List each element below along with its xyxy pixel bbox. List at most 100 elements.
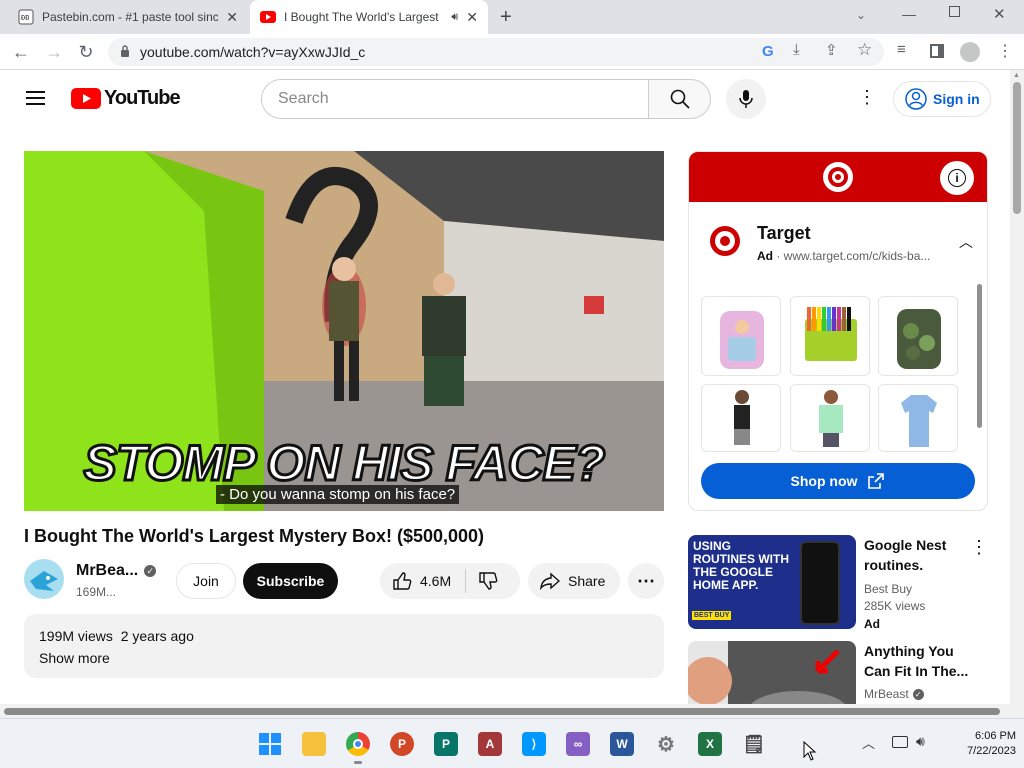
channel-avatar[interactable] (24, 559, 64, 599)
google-icon[interactable]: G (762, 43, 774, 60)
start-windows-icon[interactable] (258, 732, 282, 756)
tab-title: I Bought The World's Largest (284, 10, 439, 24)
share-page-icon[interactable]: ⇪ (825, 41, 838, 59)
target-ad-panel[interactable]: i Target Ad · www.target.com/c/kids-ba..… (688, 151, 988, 511)
show-more-link[interactable]: Show more (39, 650, 649, 666)
recommendation-item[interactable]: Anything You Can Fit In The... MrBeast ✓ (688, 641, 998, 704)
channel-name[interactable]: MrBea... ✓ (76, 562, 157, 580)
subscribe-button[interactable]: Subscribe (243, 563, 338, 599)
notepad-icon[interactable]: 🗒︎ (742, 732, 766, 756)
install-icon[interactable]: ⤓ (793, 41, 800, 58)
product-crayon-pack[interactable] (790, 296, 870, 376)
hamburger-menu-icon[interactable] (26, 90, 45, 106)
restore-icon[interactable] (949, 6, 960, 17)
thumbs-down-icon (479, 572, 498, 590)
youtube-logo[interactable]: YouTube (71, 87, 181, 110)
channel-name-text: MrBea... (76, 562, 139, 579)
share-arrow-icon (540, 572, 560, 590)
voice-search-button[interactable] (726, 79, 766, 119)
share-button[interactable]: Share (528, 563, 620, 599)
tab-search-icon[interactable]: ⌄ (856, 8, 866, 22)
clock-time: 6:06 PM (975, 730, 1016, 742)
horizontal-scrollbar[interactable] (0, 704, 1010, 718)
tab-title: Pastebin.com - #1 paste tool since (42, 10, 219, 24)
more-actions-button[interactable]: ⋯ (628, 563, 664, 599)
media-control-icon[interactable]: ≡ (897, 41, 906, 58)
mouse-cursor-icon (803, 740, 817, 766)
sign-in-button[interactable]: Sign in (893, 81, 991, 117)
ad-meta: Ad · www.target.com/c/kids-ba... (757, 249, 931, 263)
rec-ad-badge: Ad (864, 617, 880, 631)
forward-icon[interactable]: → (42, 40, 66, 64)
browser-menu-icon[interactable]: ⋮ (997, 41, 1013, 61)
shop-now-button[interactable]: Shop now (701, 463, 975, 499)
rec-thumbnail[interactable]: USING ROUTINES WITH THE GOOGLE HOME APP.… (688, 535, 856, 629)
video-caption-overlay: STOMP ON HIS FACE? (82, 434, 607, 493)
close-tab-icon[interactable]: ✕ (226, 9, 238, 26)
powerpoint-icon[interactable]: P (390, 732, 414, 756)
video-title: I Bought The World's Largest Mystery Box… (24, 526, 485, 546)
publisher-icon[interactable]: P (434, 732, 458, 756)
visual-studio-icon[interactable]: ∞ (566, 732, 590, 756)
video-player[interactable]: STOMP ON HIS FACE? - Do you wanna stomp … (24, 151, 664, 511)
product-girls-outfit[interactable] (701, 384, 781, 452)
youtube-icon (260, 9, 276, 25)
back-icon[interactable]: ← (9, 40, 33, 64)
network-icon[interactable] (892, 736, 908, 748)
excel-icon[interactable]: X (698, 732, 722, 756)
shirt-icon (901, 395, 937, 447)
collapse-chevron-icon[interactable]: ︿ (959, 232, 973, 252)
recommendation-item[interactable]: USING ROUTINES WITH THE GOOGLE HOME APP.… (688, 535, 998, 631)
scroll-up-arrow-icon[interactable]: ▲ (1013, 72, 1020, 79)
minimize-icon[interactable]: — (902, 6, 916, 22)
bookmark-star-icon[interactable]: ☆ (857, 40, 872, 60)
description-box[interactable]: 199M views 2 years ago Show more (24, 614, 664, 678)
speaker-icon[interactable]: 🔊︎ (451, 11, 458, 24)
rec-views: 285K views (864, 599, 926, 613)
horizontal-scroll-thumb[interactable] (4, 708, 1000, 715)
product-turtles-backpack[interactable] (878, 296, 958, 376)
ad-info-icon[interactable]: i (940, 161, 974, 195)
target-brand-icon (710, 226, 740, 256)
more-horizontal-icon: ⋯ (637, 570, 655, 591)
new-tab-button[interactable]: + (500, 6, 512, 29)
tab-pastebin[interactable]: ĐĐ Pastebin.com - #1 paste tool since ✕ (8, 0, 248, 34)
dislike-button[interactable] (478, 571, 498, 591)
like-button[interactable]: 4.6M (392, 571, 451, 591)
vscode-icon[interactable]: ⟩ (522, 732, 546, 756)
close-tab-icon[interactable]: ✕ (466, 9, 478, 26)
volume-icon[interactable]: 🔊︎ (916, 733, 925, 750)
side-panel-icon[interactable] (930, 44, 944, 58)
reload-icon[interactable]: ↻ (74, 40, 98, 64)
search-button[interactable] (648, 79, 711, 119)
rec-menu-icon[interactable]: ⋮ (970, 537, 988, 558)
product-polo-shirt[interactable] (878, 384, 958, 452)
search-input[interactable]: Search (261, 79, 649, 119)
profile-icon[interactable] (960, 42, 980, 62)
vertical-scroll-thumb[interactable] (1013, 82, 1021, 214)
rec-title: Anything You Can Fit In The... (864, 643, 969, 679)
show-hidden-icons-chevron[interactable]: ︿ (862, 733, 875, 752)
join-button[interactable]: Join (176, 563, 236, 599)
close-window-icon[interactable]: ✕ (993, 5, 1006, 23)
rec-thumb-text: USING ROUTINES WITH THE GOOGLE HOME APP. (693, 539, 789, 592)
product-princess-backpack[interactable] (701, 296, 781, 376)
clock[interactable]: 6:06 PM 7/22/2023 (946, 729, 1016, 759)
product-boys-tee[interactable] (790, 384, 870, 452)
upload-age: 2 years ago (120, 628, 194, 644)
rec-thumbnail[interactable] (688, 641, 856, 704)
file-explorer-icon[interactable] (302, 732, 326, 756)
settings-menu-icon[interactable]: ⋮ (858, 87, 876, 108)
vertical-scrollbar[interactable]: ▲ (1010, 70, 1024, 718)
clock-date: 7/22/2023 (967, 745, 1016, 757)
thumbs-up-icon (393, 572, 412, 590)
youtube-play-logo-icon (71, 88, 101, 109)
settings-gear-icon[interactable]: ⚙ (654, 732, 678, 756)
product-scrollbar[interactable] (977, 284, 982, 428)
view-stats: 199M views 2 years ago (39, 628, 649, 644)
word-icon[interactable]: W (610, 732, 634, 756)
tab-youtube[interactable]: I Bought The World's Largest 🔊︎ ✕ (250, 0, 488, 34)
access-icon[interactable]: A (478, 732, 502, 756)
clothing-icon (819, 390, 843, 447)
chrome-icon[interactable] (346, 732, 370, 756)
